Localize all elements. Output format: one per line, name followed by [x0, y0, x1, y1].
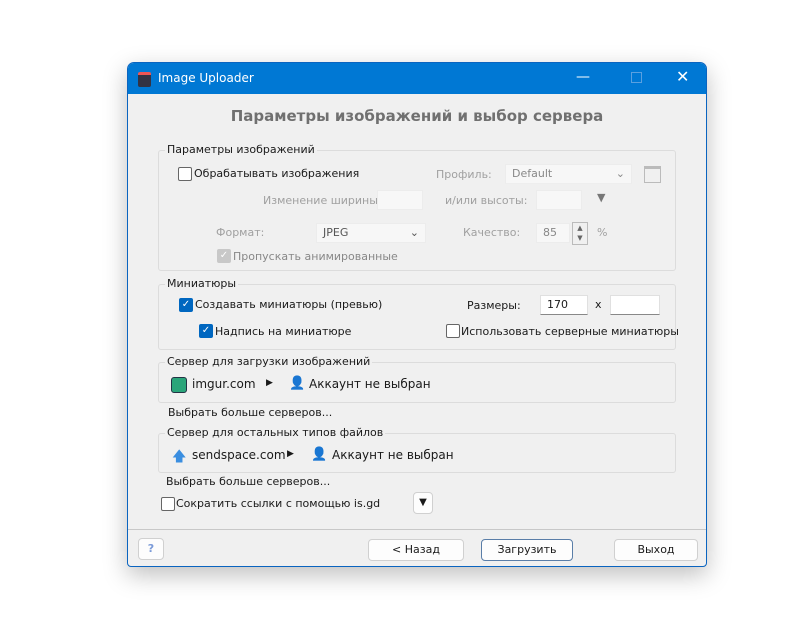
footer-divider [128, 529, 706, 530]
page-title: Параметры изображений и выбор сервера [230, 107, 604, 125]
window-title: Image Uploader [158, 71, 254, 85]
back-button[interactable]: < Назад [368, 539, 464, 561]
size-label: Размеры: [467, 299, 521, 312]
image-server-arrow-icon[interactable]: ▶ [266, 378, 273, 388]
profile-value: Default [512, 167, 553, 180]
thumbnail-caption-checkbox[interactable]: ✓ [199, 324, 213, 338]
user-icon: 👤 [311, 447, 328, 462]
profile-select[interactable]: Default ⌄ [505, 164, 632, 184]
height-label: и/или высоты: [445, 194, 528, 207]
image-uploader-window: Image Uploader — ✕ Параметры изображений… [127, 62, 707, 567]
thumbnails-group: Миниатюры ✓ Создавать миниатюры (превью)… [158, 277, 679, 350]
width-label: Изменение ширины: [263, 194, 382, 207]
size-x-label: x [595, 298, 602, 311]
profile-label: Профиль: [436, 168, 492, 181]
image-server-group: Сервер для загрузки изображений imgur.co… [158, 355, 676, 403]
image-account-selector[interactable]: Аккаунт не выбран [309, 377, 431, 391]
process-images-checkbox[interactable] [178, 167, 192, 181]
user-icon: 👤 [289, 376, 306, 391]
percent-label: % [597, 226, 608, 239]
width-input[interactable] [377, 190, 423, 210]
image-server-selector[interactable]: imgur.com [192, 377, 256, 391]
file-server-arrow-icon[interactable]: ▶ [287, 449, 294, 459]
app-icon [138, 72, 151, 87]
process-images-label[interactable]: Обрабатывать изображения [194, 167, 359, 180]
minimize-button[interactable]: — [576, 69, 590, 85]
group-legend: Сервер для остальных типов файлов [165, 426, 386, 439]
shorten-menu-button[interactable]: ▼ [413, 492, 433, 514]
thumbnail-caption-label[interactable]: Надпись на миниатюре [215, 325, 351, 338]
maximize-button[interactable] [631, 72, 642, 83]
more-file-servers-link[interactable]: Выбрать больше серверов... [166, 475, 330, 488]
resize-menu-button[interactable]: ▼ [597, 191, 605, 204]
upload-arrow-icon: 🡅 [172, 449, 187, 465]
file-server-group: Сервер для остальных типов файлов 🡅 send… [158, 426, 676, 473]
thumb-height-input[interactable] [610, 295, 660, 315]
title-bar: Image Uploader — ✕ [128, 63, 706, 94]
help-button[interactable]: ? [138, 538, 164, 560]
profile-edit-icon[interactable] [644, 166, 661, 183]
server-thumbnails-label[interactable]: Использовать серверные миниатюры [461, 325, 679, 338]
close-button[interactable]: ✕ [676, 67, 689, 86]
group-legend: Миниатюры [165, 277, 239, 290]
exit-button[interactable]: Выход [614, 539, 698, 561]
upload-button[interactable]: Загрузить [481, 539, 573, 561]
quality-value: 85 [543, 226, 557, 239]
thumb-width-input[interactable]: 170 [540, 295, 588, 315]
create-thumbnails-checkbox[interactable]: ✓ [179, 298, 193, 312]
create-thumbnails-label[interactable]: Создавать миниатюры (превью) [195, 298, 382, 311]
thumb-width-value: 170 [547, 298, 568, 311]
format-select[interactable]: JPEG ⌄ [316, 223, 426, 243]
height-input[interactable] [536, 190, 582, 210]
shorten-links-checkbox[interactable] [161, 497, 175, 511]
file-account-selector[interactable]: Аккаунт не выбран [332, 448, 454, 462]
group-legend: Параметры изображений [165, 143, 317, 156]
quality-spinner[interactable]: ▲ ▼ [572, 222, 588, 245]
shorten-links-label[interactable]: Сократить ссылки с помощью is.gd [176, 497, 380, 510]
format-value: JPEG [323, 226, 349, 239]
server-thumbnails-checkbox[interactable] [446, 324, 460, 338]
quality-label: Качество: [463, 226, 521, 239]
more-image-servers-link[interactable]: Выбрать больше серверов... [168, 406, 332, 419]
skip-animated-label: Пропускать анимированные [233, 250, 398, 263]
skip-animated-checkbox[interactable]: ✓ [217, 249, 231, 263]
file-server-selector[interactable]: sendspace.com [192, 448, 286, 462]
group-legend: Сервер для загрузки изображений [165, 355, 373, 368]
image-params-group: Параметры изображений Обрабатывать изобр… [158, 143, 676, 271]
format-label: Формат: [216, 226, 265, 239]
imgur-icon [171, 377, 187, 393]
quality-input[interactable]: 85 [536, 223, 570, 243]
